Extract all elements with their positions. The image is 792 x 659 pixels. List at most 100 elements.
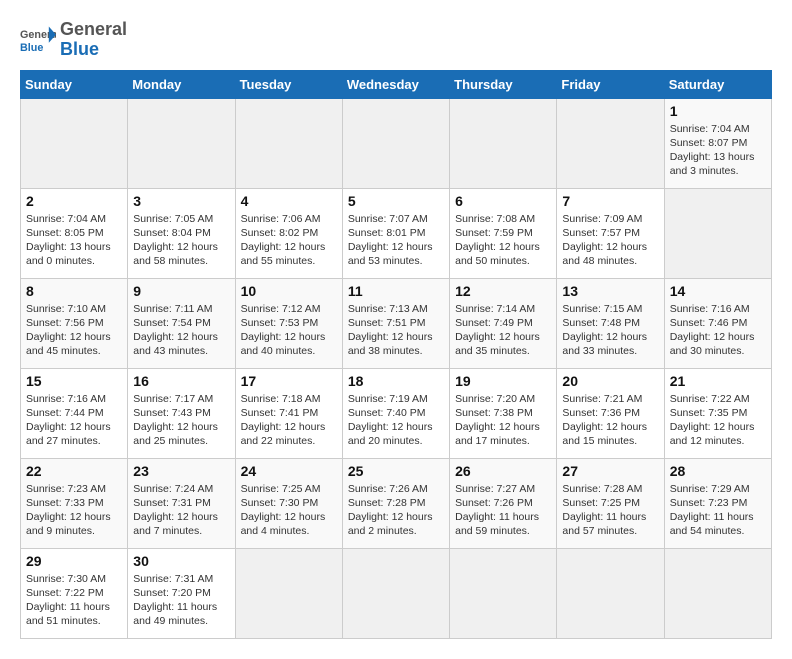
calendar-cell: 24 Sunrise: 7:25 AM Sunset: 7:30 PM Dayl… [235, 458, 342, 548]
calendar-cell [450, 98, 557, 188]
sunset-text: Sunset: 7:20 PM [133, 586, 229, 600]
sunrise-text: Sunrise: 7:22 AM [670, 392, 766, 406]
calendar-cell: 22 Sunrise: 7:23 AM Sunset: 7:33 PM Dayl… [21, 458, 128, 548]
calendar-week-1: 2 Sunrise: 7:04 AM Sunset: 8:05 PM Dayli… [21, 188, 772, 278]
sunset-text: Sunset: 7:56 PM [26, 316, 122, 330]
calendar-cell: 13 Sunrise: 7:15 AM Sunset: 7:48 PM Dayl… [557, 278, 664, 368]
day-info: Sunrise: 7:22 AM Sunset: 7:35 PM Dayligh… [670, 392, 766, 449]
sunrise-text: Sunrise: 7:12 AM [241, 302, 337, 316]
day-info: Sunrise: 7:19 AM Sunset: 7:40 PM Dayligh… [348, 392, 444, 449]
calendar-cell [128, 98, 235, 188]
day-number: 15 [26, 373, 122, 389]
day-info: Sunrise: 7:14 AM Sunset: 7:49 PM Dayligh… [455, 302, 551, 359]
sunset-text: Sunset: 8:02 PM [241, 226, 337, 240]
daylight-text: Daylight: 12 hours and 48 minutes. [562, 240, 658, 268]
day-number: 25 [348, 463, 444, 479]
day-info: Sunrise: 7:05 AM Sunset: 8:04 PM Dayligh… [133, 212, 229, 269]
daylight-text: Daylight: 12 hours and 35 minutes. [455, 330, 551, 358]
daylight-text: Daylight: 12 hours and 27 minutes. [26, 420, 122, 448]
sunrise-text: Sunrise: 7:16 AM [670, 302, 766, 316]
calendar-cell [557, 98, 664, 188]
day-number: 26 [455, 463, 551, 479]
daylight-text: Daylight: 12 hours and 50 minutes. [455, 240, 551, 268]
day-info: Sunrise: 7:15 AM Sunset: 7:48 PM Dayligh… [562, 302, 658, 359]
svg-text:Blue: Blue [20, 42, 43, 54]
sunrise-text: Sunrise: 7:11 AM [133, 302, 229, 316]
sunrise-text: Sunrise: 7:23 AM [26, 482, 122, 496]
day-number: 10 [241, 283, 337, 299]
calendar-cell: 28 Sunrise: 7:29 AM Sunset: 7:23 PM Dayl… [664, 458, 771, 548]
sunrise-text: Sunrise: 7:08 AM [455, 212, 551, 226]
daylight-text: Daylight: 12 hours and 12 minutes. [670, 420, 766, 448]
daylight-text: Daylight: 12 hours and 9 minutes. [26, 510, 122, 538]
day-number: 14 [670, 283, 766, 299]
sunrise-text: Sunrise: 7:14 AM [455, 302, 551, 316]
daylight-text: Daylight: 12 hours and 38 minutes. [348, 330, 444, 358]
weekday-header-friday: Friday [557, 70, 664, 98]
day-info: Sunrise: 7:07 AM Sunset: 8:01 PM Dayligh… [348, 212, 444, 269]
day-number: 8 [26, 283, 122, 299]
day-info: Sunrise: 7:31 AM Sunset: 7:20 PM Dayligh… [133, 572, 229, 629]
calendar-cell: 5 Sunrise: 7:07 AM Sunset: 8:01 PM Dayli… [342, 188, 449, 278]
daylight-text: Daylight: 12 hours and 45 minutes. [26, 330, 122, 358]
day-number: 22 [26, 463, 122, 479]
calendar-cell: 11 Sunrise: 7:13 AM Sunset: 7:51 PM Dayl… [342, 278, 449, 368]
sunrise-text: Sunrise: 7:10 AM [26, 302, 122, 316]
day-info: Sunrise: 7:24 AM Sunset: 7:31 PM Dayligh… [133, 482, 229, 539]
day-number: 11 [348, 283, 444, 299]
sunrise-text: Sunrise: 7:30 AM [26, 572, 122, 586]
day-number: 20 [562, 373, 658, 389]
sunset-text: Sunset: 8:05 PM [26, 226, 122, 240]
sunset-text: Sunset: 7:28 PM [348, 496, 444, 510]
sunset-text: Sunset: 7:25 PM [562, 496, 658, 510]
day-info: Sunrise: 7:16 AM Sunset: 7:44 PM Dayligh… [26, 392, 122, 449]
sunset-text: Sunset: 7:59 PM [455, 226, 551, 240]
calendar-cell: 16 Sunrise: 7:17 AM Sunset: 7:43 PM Dayl… [128, 368, 235, 458]
daylight-text: Daylight: 12 hours and 58 minutes. [133, 240, 229, 268]
sunset-text: Sunset: 7:43 PM [133, 406, 229, 420]
sunrise-text: Sunrise: 7:13 AM [348, 302, 444, 316]
calendar-cell: 18 Sunrise: 7:19 AM Sunset: 7:40 PM Dayl… [342, 368, 449, 458]
day-info: Sunrise: 7:17 AM Sunset: 7:43 PM Dayligh… [133, 392, 229, 449]
calendar-cell [664, 548, 771, 638]
weekday-header-wednesday: Wednesday [342, 70, 449, 98]
day-info: Sunrise: 7:27 AM Sunset: 7:26 PM Dayligh… [455, 482, 551, 539]
calendar-week-2: 8 Sunrise: 7:10 AM Sunset: 7:56 PM Dayli… [21, 278, 772, 368]
sunrise-text: Sunrise: 7:16 AM [26, 392, 122, 406]
calendar-week-0: 1 Sunrise: 7:04 AM Sunset: 8:07 PM Dayli… [21, 98, 772, 188]
sunset-text: Sunset: 7:31 PM [133, 496, 229, 510]
calendar-cell: 26 Sunrise: 7:27 AM Sunset: 7:26 PM Dayl… [450, 458, 557, 548]
daylight-text: Daylight: 12 hours and 30 minutes. [670, 330, 766, 358]
logo-text: General Blue [60, 20, 127, 60]
calendar-week-4: 22 Sunrise: 7:23 AM Sunset: 7:33 PM Dayl… [21, 458, 772, 548]
day-info: Sunrise: 7:06 AM Sunset: 8:02 PM Dayligh… [241, 212, 337, 269]
sunrise-text: Sunrise: 7:04 AM [670, 122, 766, 136]
calendar-cell [21, 98, 128, 188]
day-number: 3 [133, 193, 229, 209]
day-number: 24 [241, 463, 337, 479]
sunrise-text: Sunrise: 7:05 AM [133, 212, 229, 226]
sunrise-text: Sunrise: 7:09 AM [562, 212, 658, 226]
day-info: Sunrise: 7:04 AM Sunset: 8:05 PM Dayligh… [26, 212, 122, 269]
daylight-text: Daylight: 11 hours and 57 minutes. [562, 510, 658, 538]
daylight-text: Daylight: 11 hours and 59 minutes. [455, 510, 551, 538]
calendar-cell: 7 Sunrise: 7:09 AM Sunset: 7:57 PM Dayli… [557, 188, 664, 278]
weekday-header-sunday: Sunday [21, 70, 128, 98]
calendar-cell: 17 Sunrise: 7:18 AM Sunset: 7:41 PM Dayl… [235, 368, 342, 458]
daylight-text: Daylight: 12 hours and 20 minutes. [348, 420, 444, 448]
sunrise-text: Sunrise: 7:17 AM [133, 392, 229, 406]
daylight-text: Daylight: 12 hours and 22 minutes. [241, 420, 337, 448]
calendar-week-5: 29 Sunrise: 7:30 AM Sunset: 7:22 PM Dayl… [21, 548, 772, 638]
daylight-text: Daylight: 12 hours and 4 minutes. [241, 510, 337, 538]
daylight-text: Daylight: 12 hours and 25 minutes. [133, 420, 229, 448]
sunrise-text: Sunrise: 7:07 AM [348, 212, 444, 226]
day-info: Sunrise: 7:09 AM Sunset: 7:57 PM Dayligh… [562, 212, 658, 269]
calendar-cell [235, 548, 342, 638]
sunset-text: Sunset: 7:26 PM [455, 496, 551, 510]
sunset-text: Sunset: 7:35 PM [670, 406, 766, 420]
day-number: 19 [455, 373, 551, 389]
calendar-cell: 21 Sunrise: 7:22 AM Sunset: 7:35 PM Dayl… [664, 368, 771, 458]
day-number: 13 [562, 283, 658, 299]
sunrise-text: Sunrise: 7:20 AM [455, 392, 551, 406]
day-number: 2 [26, 193, 122, 209]
